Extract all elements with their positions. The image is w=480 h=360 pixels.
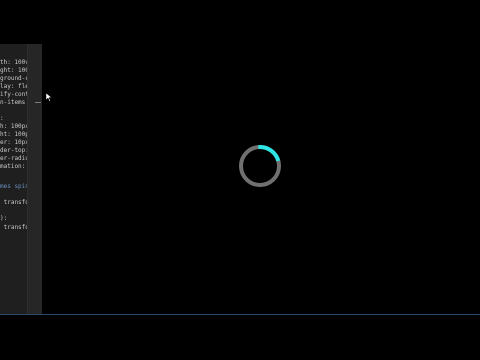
code-line[interactable]: ify-cont <box>0 91 27 99</box>
code-line[interactable]: der-top: <box>0 147 27 155</box>
code-line[interactable]: n-items <box>0 99 27 107</box>
loading-spinner <box>237 143 283 189</box>
code-line[interactable]: er: 10px <box>0 139 27 147</box>
bottom-bar <box>0 315 480 360</box>
editor-scrollbar[interactable] <box>27 44 42 314</box>
top-bar <box>0 0 480 44</box>
code-line[interactable]: er-radiu <box>0 155 27 163</box>
code-line[interactable] <box>0 207 27 215</box>
code-line[interactable] <box>0 171 27 179</box>
code-line[interactable]: ght: 100 <box>0 67 27 75</box>
code-line[interactable]: ht: 100p <box>0 131 27 139</box>
code-line-keyword[interactable]: mes spin <box>0 183 27 191</box>
code-line[interactable]: transfo <box>0 224 27 232</box>
code-line[interactable] <box>0 191 27 199</box>
code-line[interactable]: transfo <box>0 199 27 207</box>
code-line[interactable]: h: 100px <box>0 123 27 131</box>
code-line[interactable]: lay: fle <box>0 83 27 91</box>
code-line[interactable]: ground-c <box>0 75 27 83</box>
code-line[interactable]: mation: <box>0 163 27 171</box>
resize-handle[interactable] <box>35 102 41 103</box>
code-line[interactable]: th: 100vw <box>0 59 27 67</box>
code-line[interactable]: : <box>0 115 27 123</box>
screen: th: 100vw ght: 100 ground-c lay: fle ify… <box>0 0 480 360</box>
code-line[interactable]: ): <box>0 215 27 223</box>
code-editor-panel[interactable]: th: 100vw ght: 100 ground-c lay: fle ify… <box>0 44 27 314</box>
code-line[interactable] <box>0 107 27 115</box>
